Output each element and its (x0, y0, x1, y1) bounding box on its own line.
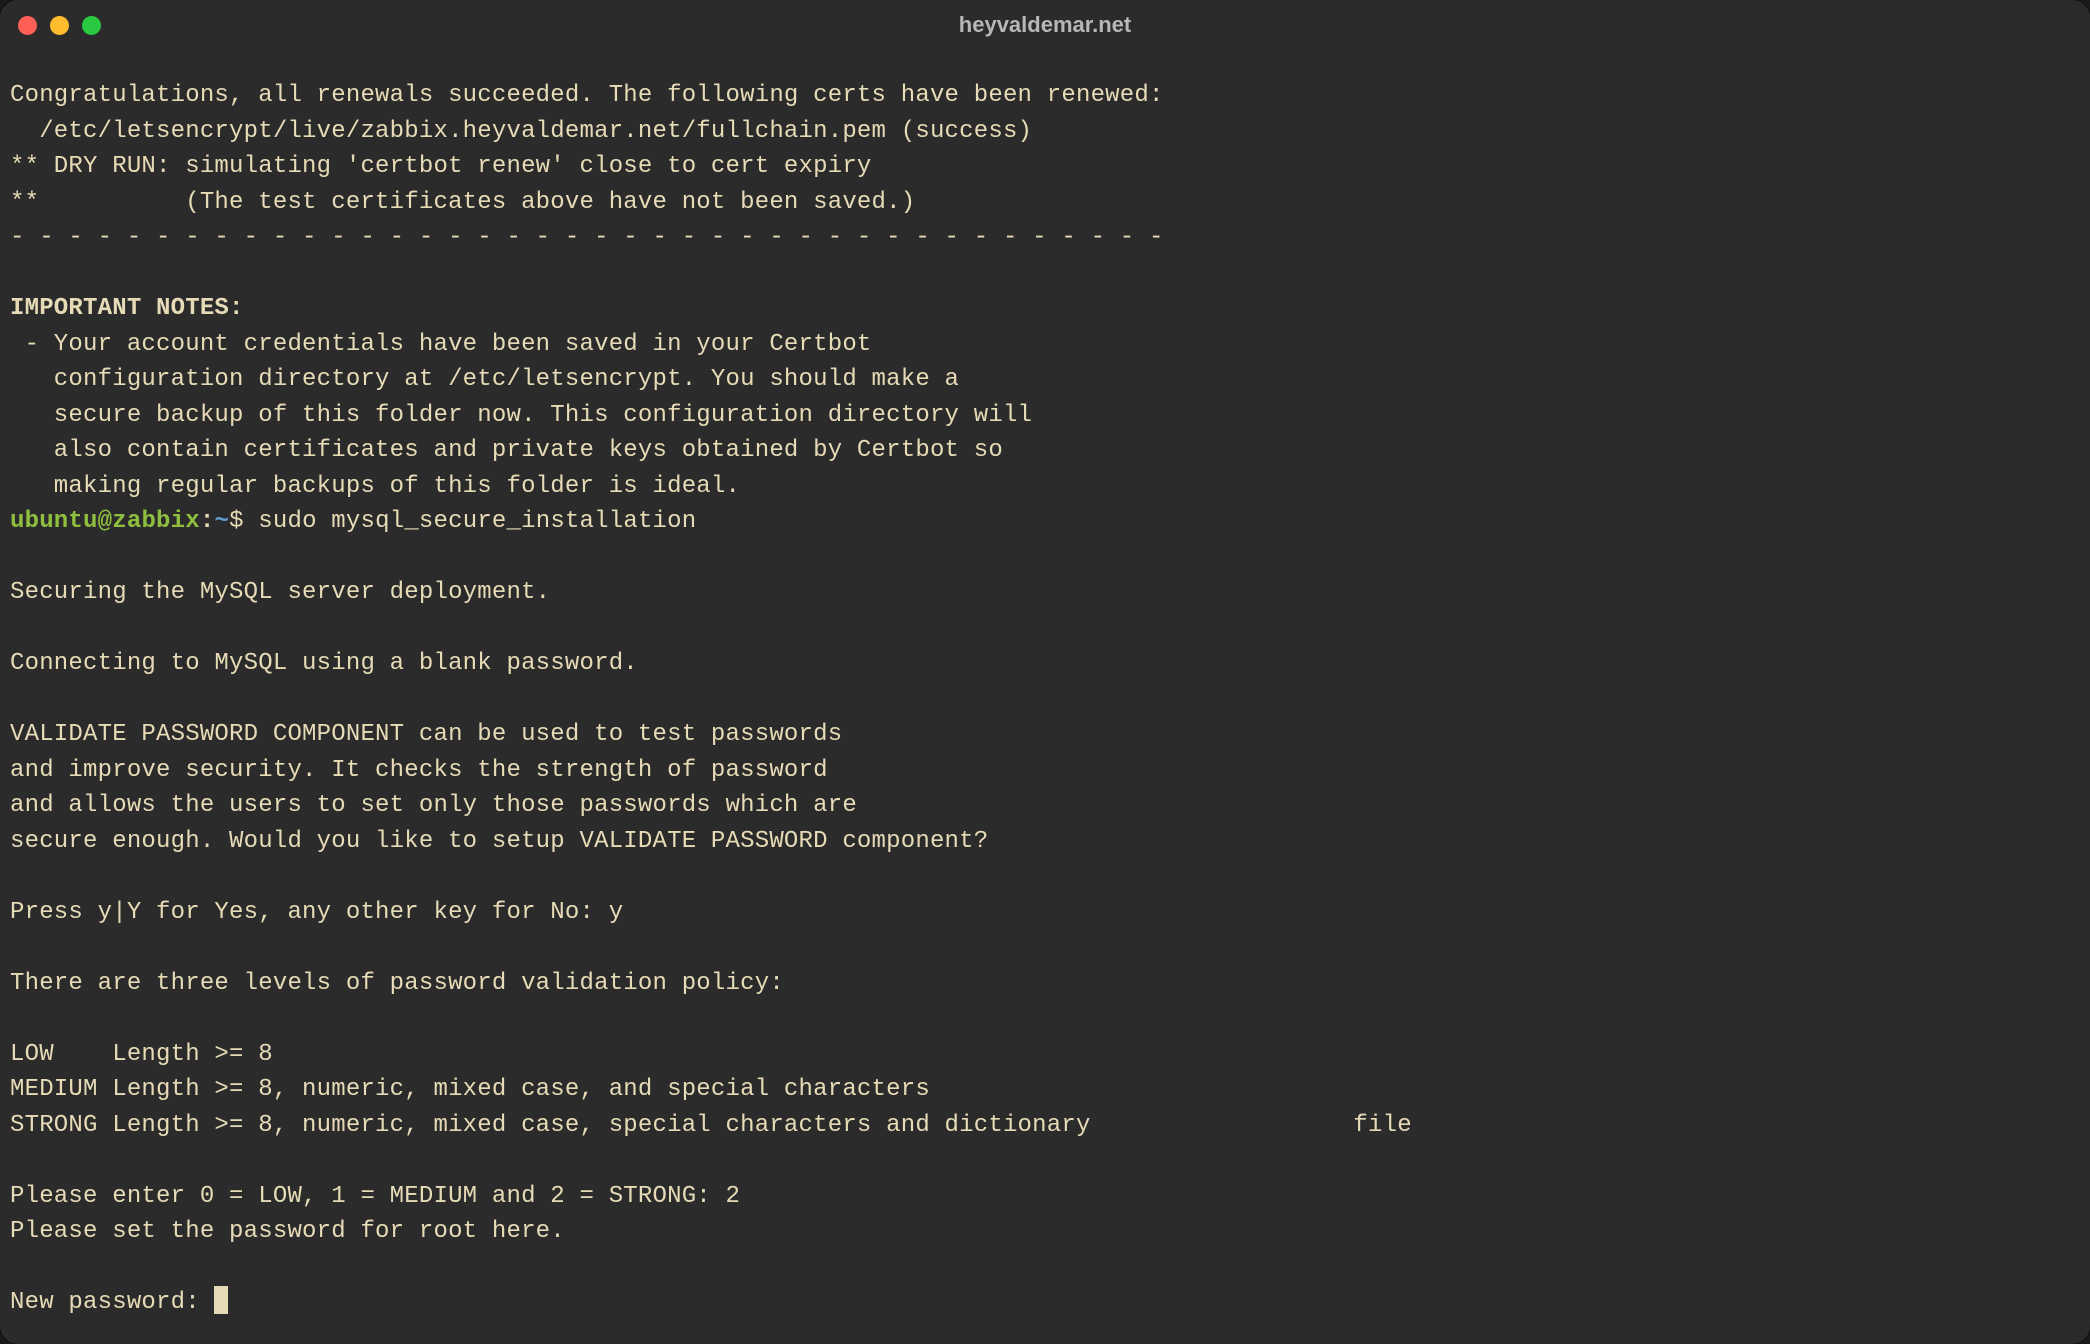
prompt-at: @ (98, 508, 113, 535)
output-line: secure enough. Would you like to setup V… (10, 828, 988, 855)
window-title: heyvaldemar.net (0, 12, 2090, 38)
output-line: - - - - - - - - - - - - - - - - - - - - … (10, 224, 1164, 251)
command-text: sudo mysql_secure_installation (258, 508, 696, 535)
output-line: configuration directory at /etc/letsencr… (10, 366, 959, 393)
password-prompt: New password: (10, 1289, 214, 1316)
output-line: MEDIUM Length >= 8, numeric, mixed case,… (10, 1076, 930, 1103)
output-line: There are three levels of password valid… (10, 970, 784, 997)
terminal-body[interactable]: Congratulations, all renewals succeeded.… (0, 50, 2090, 1344)
output-line: ** DRY RUN: simulating 'certbot renew' c… (10, 153, 872, 180)
output-line: Congratulations, all renewals succeeded.… (10, 82, 1164, 109)
output-line: Please set the password for root here. (10, 1218, 565, 1245)
output-line: Connecting to MySQL using a blank passwo… (10, 650, 638, 677)
output-line: Please enter 0 = LOW, 1 = MEDIUM and 2 =… (10, 1183, 740, 1210)
output-line: making regular backups of this folder is… (10, 473, 740, 500)
prompt-user: ubuntu (10, 508, 98, 535)
output-line: also contain certificates and private ke… (10, 437, 1003, 464)
output-line: ** (The test certificates above have not… (10, 189, 915, 216)
output-line: and improve security. It checks the stre… (10, 757, 828, 784)
output-line: and allows the users to set only those p… (10, 792, 857, 819)
traffic-lights (18, 16, 101, 35)
output-line: /etc/letsencrypt/live/zabbix.heyvaldemar… (10, 118, 1032, 145)
output-line: Press y|Y for Yes, any other key for No:… (10, 899, 623, 926)
output-line: secure backup of this folder now. This c… (10, 402, 1032, 429)
titlebar: heyvaldemar.net (0, 0, 2090, 50)
output-line: Securing the MySQL server deployment. (10, 579, 550, 606)
output-line: STRONG Length >= 8, numeric, mixed case,… (10, 1112, 1412, 1139)
minimize-icon[interactable] (50, 16, 69, 35)
output-line: VALIDATE PASSWORD COMPONENT can be used … (10, 721, 842, 748)
maximize-icon[interactable] (82, 16, 101, 35)
terminal-window: heyvaldemar.net Congratulations, all ren… (0, 0, 2090, 1344)
cursor-icon (214, 1286, 228, 1314)
prompt-line: ubuntu@zabbix:~$ sudo mysql_secure_insta… (10, 508, 696, 535)
prompt-colon: : (200, 508, 215, 535)
important-notes-header: IMPORTANT NOTES: (10, 295, 244, 322)
output-line: - Your account credentials have been sav… (10, 331, 872, 358)
output-line: LOW Length >= 8 (10, 1041, 273, 1068)
prompt-path: ~ (214, 508, 229, 535)
prompt-host: zabbix (112, 508, 200, 535)
prompt-dollar: $ (229, 508, 258, 535)
close-icon[interactable] (18, 16, 37, 35)
